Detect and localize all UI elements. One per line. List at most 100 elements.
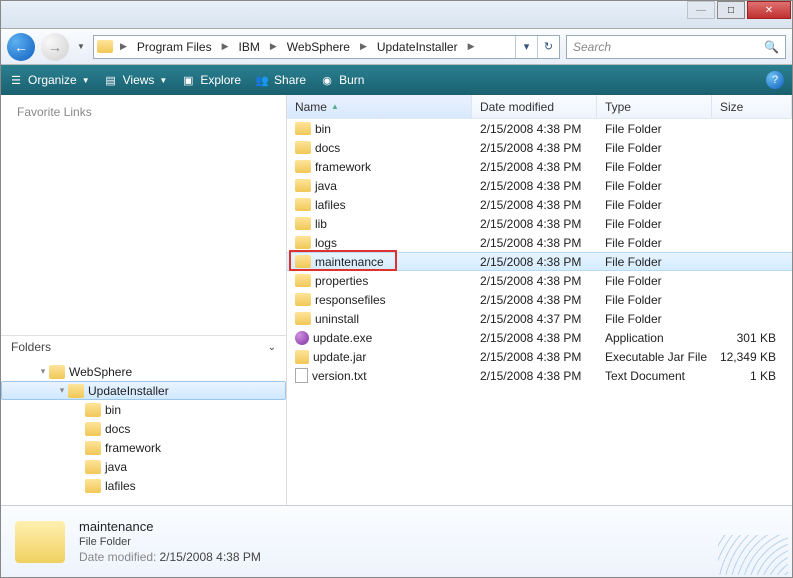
explore-button[interactable]: ▣Explore [181,73,241,87]
views-button[interactable]: ▤Views▼ [104,73,168,87]
file-list-pane: Name▲ Date modified Type Size bin2/15/20… [287,95,792,505]
file-row[interactable]: logs2/15/2008 4:38 PMFile Folder [287,233,792,252]
file-name: update.jar [313,350,366,364]
chevron-down-icon: ⌄ [268,342,276,353]
main-area: Favorite Links Folders ⌄ ▾WebSphere▾Upda… [1,95,792,505]
details-pane: maintenance File Folder Date modified: 2… [1,505,792,577]
column-type[interactable]: Type [597,95,712,118]
folder-icon [295,255,311,268]
file-row[interactable]: lib2/15/2008 4:38 PMFile Folder [287,214,792,233]
address-bar[interactable]: ▶ Program Files ▶ IBM ▶ WebSphere ▶ Upda… [93,35,560,59]
back-button[interactable]: ← [7,33,35,61]
burn-button[interactable]: ◉Burn [320,73,364,87]
tree-item[interactable]: docs [1,419,286,438]
file-date: 2/15/2008 4:38 PM [472,198,597,212]
forward-button[interactable]: → [41,33,69,61]
file-type: File Folder [597,160,712,174]
file-row[interactable]: java2/15/2008 4:38 PMFile Folder [287,176,792,195]
navbar: ← → ▼ ▶ Program Files ▶ IBM ▶ WebSphere … [1,29,792,65]
favorite-links-title: Favorite Links [17,105,270,119]
tree-item[interactable]: bin [1,400,286,419]
chevron-right-icon[interactable]: ▶ [266,36,281,58]
tree-item-label: lafiles [105,479,136,493]
column-size[interactable]: Size [712,95,792,118]
help-button[interactable]: ? [766,71,784,89]
jar-icon [295,350,309,364]
column-headers: Name▲ Date modified Type Size [287,95,792,119]
file-size: 12,349 KB [712,350,792,364]
file-row[interactable]: bin2/15/2008 4:38 PMFile Folder [287,119,792,138]
file-row[interactable]: lafiles2/15/2008 4:38 PMFile Folder [287,195,792,214]
file-name: docs [315,141,340,155]
refresh-button[interactable]: ↻ [537,36,559,58]
file-row[interactable]: update.exe2/15/2008 4:38 PMApplication30… [287,328,792,347]
file-row[interactable]: version.txt2/15/2008 4:38 PMText Documen… [287,366,792,385]
sort-asc-icon: ▲ [331,102,339,111]
explore-icon: ▣ [181,73,195,87]
recent-locations-button[interactable]: ▼ [75,35,87,59]
file-row[interactable]: maintenance2/15/2008 4:38 PMFile Folder [287,252,792,271]
titlebar[interactable]: — □ ✕ [1,1,792,29]
column-name[interactable]: Name▲ [287,95,472,118]
file-date: 2/15/2008 4:37 PM [472,312,597,326]
search-input[interactable]: Search 🔍 [566,35,786,59]
column-date[interactable]: Date modified [472,95,597,118]
breadcrumb-segment[interactable]: UpdateInstaller [371,36,464,58]
close-button[interactable]: ✕ [747,1,791,19]
file-name: bin [315,122,331,136]
share-icon: 👥 [255,73,269,87]
chevron-right-icon[interactable]: ▶ [218,36,233,58]
folder-icon [295,312,311,325]
file-rows: bin2/15/2008 4:38 PMFile Folderdocs2/15/… [287,119,792,505]
folder-icon [85,479,101,493]
file-type: File Folder [597,255,712,269]
folders-header[interactable]: Folders ⌄ [1,336,286,358]
file-row[interactable]: framework2/15/2008 4:38 PMFile Folder [287,157,792,176]
tree-item-label: docs [105,422,130,436]
tree-item[interactable]: ▾ UpdateInstaller [1,381,286,400]
tree-item[interactable]: lafiles [1,476,286,495]
tree-item[interactable]: ▾WebSphere [1,362,286,381]
tree-item-label: java [105,460,127,474]
file-name: uninstall [315,312,359,326]
tree-item[interactable]: framework [1,438,286,457]
file-name: java [315,179,337,193]
address-dropdown-button[interactable]: ▾ [515,36,537,58]
file-type: File Folder [597,274,712,288]
file-type: File Folder [597,293,712,307]
collapse-icon[interactable]: ▾ [56,385,68,396]
chevron-right-icon[interactable]: ▶ [116,36,131,58]
file-type: File Folder [597,312,712,326]
file-date: 2/15/2008 4:38 PM [472,293,597,307]
tree-item-label: UpdateInstaller [88,384,169,398]
folder-icon [94,36,116,58]
tree-item[interactable]: java [1,457,286,476]
minimize-button[interactable]: — [687,1,715,19]
file-row[interactable]: update.jar2/15/2008 4:38 PMExecutable Ja… [287,347,792,366]
file-name: update.exe [313,331,372,345]
details-modified: Date modified: 2/15/2008 4:38 PM [79,550,261,564]
folder-icon [295,141,311,154]
favorite-links-section: Favorite Links [1,95,286,335]
maximize-button[interactable]: □ [717,1,745,19]
organize-button[interactable]: ☰Organize▼ [9,73,90,87]
file-date: 2/15/2008 4:38 PM [472,274,597,288]
share-button[interactable]: 👥Share [255,73,306,87]
details-name: maintenance [79,519,261,534]
file-name: version.txt [312,369,367,383]
chevron-right-icon[interactable]: ▶ [356,36,371,58]
search-placeholder: Search [573,40,611,54]
folder-icon [85,460,101,474]
file-row[interactable]: responsefiles2/15/2008 4:38 PMFile Folde… [287,290,792,309]
file-row[interactable]: properties2/15/2008 4:38 PMFile Folder [287,271,792,290]
breadcrumb-segment[interactable]: Program Files [131,36,218,58]
tree-item-label: bin [105,403,121,417]
chevron-right-icon[interactable]: ▶ [464,36,479,58]
collapse-icon[interactable]: ▾ [37,366,49,377]
breadcrumb-segment[interactable]: WebSphere [281,36,356,58]
file-row[interactable]: docs2/15/2008 4:38 PMFile Folder [287,138,792,157]
breadcrumb-segment[interactable]: IBM [233,36,266,58]
file-row[interactable]: uninstall 2/15/2008 4:37 PMFile Folder [287,309,792,328]
folder-icon [295,179,311,192]
folder-icon [68,384,84,398]
